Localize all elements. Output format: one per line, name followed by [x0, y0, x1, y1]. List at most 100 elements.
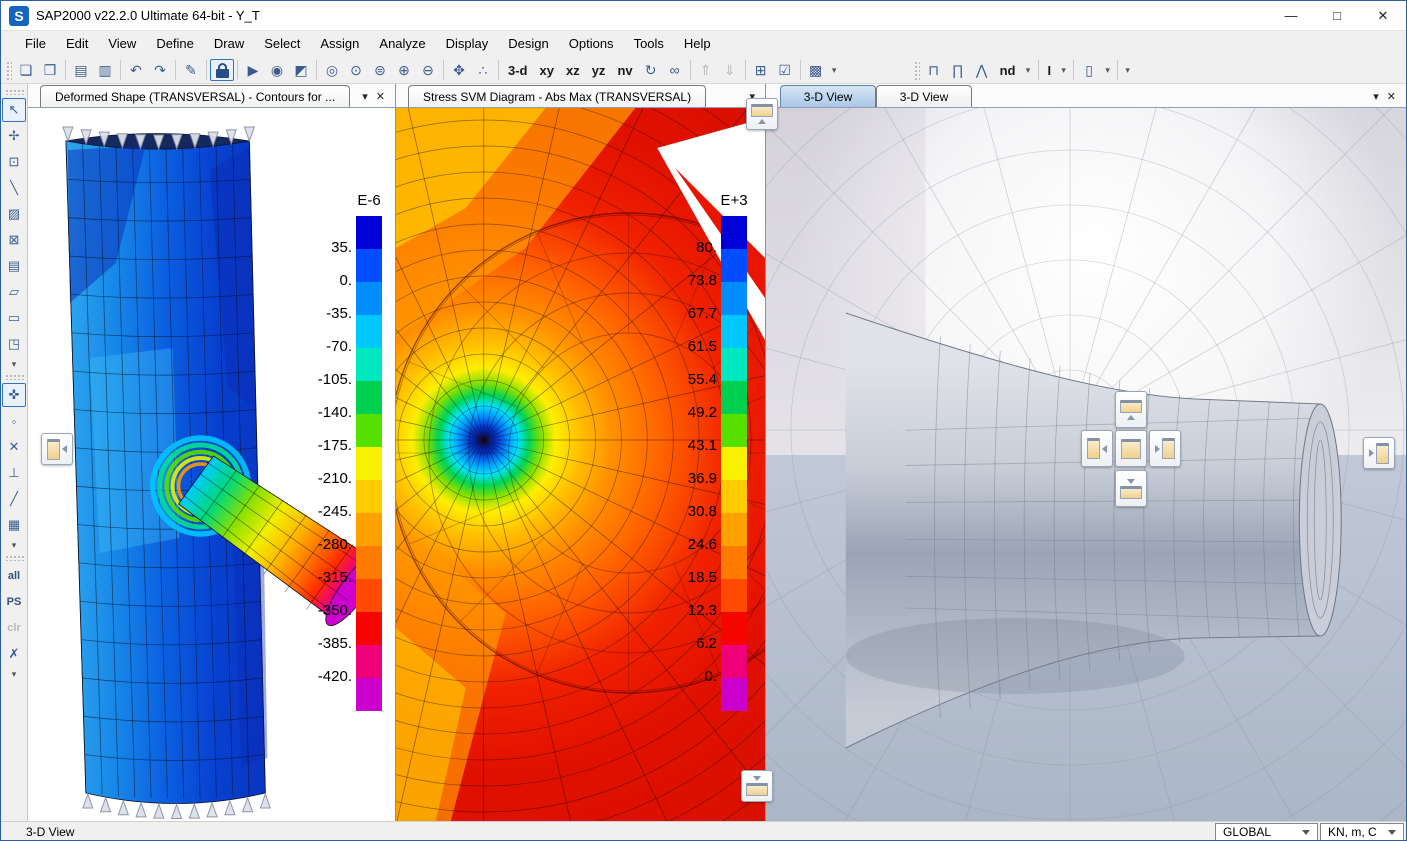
snap-perpendicular-tool[interactable]: ⊥ [2, 461, 26, 485]
i-section-button[interactable]: I [1042, 59, 1058, 81]
menu-draw[interactable]: Draw [204, 31, 254, 57]
toolbar-grip[interactable] [4, 373, 24, 380]
tab-deformed-shape[interactable]: Deformed Shape (TRANSVERSAL) - Contours … [40, 85, 350, 107]
draw-braces-tool[interactable]: ⊠ [2, 228, 26, 252]
zoom-in-button[interactable]: ⊕ [392, 59, 416, 81]
snap-lines-edges-tool[interactable]: ╱ [2, 487, 26, 511]
draw-rect-area-tool[interactable]: ▭ [2, 306, 26, 330]
split-right-button[interactable] [1149, 430, 1181, 467]
i-section-dropdown[interactable]: ▾ [1057, 59, 1070, 81]
tab-3d-view-1[interactable]: 3-D View [780, 85, 876, 107]
undo-button[interactable]: ↶ [124, 59, 148, 81]
splitter-handle-bottom[interactable] [741, 770, 773, 802]
menu-display[interactable]: Display [436, 31, 499, 57]
deformed-shape-canvas[interactable] [28, 108, 395, 821]
select-all-button[interactable]: all [2, 564, 26, 588]
stress-canvas[interactable] [396, 108, 765, 821]
display-options-button[interactable]: ☑ [773, 59, 797, 81]
menu-design[interactable]: Design [498, 31, 558, 57]
deselect-button[interactable]: ✗ [2, 642, 26, 666]
toolbar-grip[interactable] [4, 554, 24, 561]
more-sections-dropdown[interactable]: ▾ [1121, 59, 1134, 81]
quick-truss-button[interactable]: ⋀ [970, 59, 994, 81]
snap-fine-grid-tool[interactable]: ▦ [2, 513, 26, 537]
object-shrink-button[interactable]: ⊞ [749, 59, 773, 81]
window-close-icon[interactable]: ✕ [376, 92, 385, 103]
redo-button[interactable]: ↷ [148, 59, 172, 81]
menu-analyze[interactable]: Analyze [369, 31, 435, 57]
toolbar-grip[interactable] [913, 60, 920, 80]
draw-poly-area-tool[interactable]: ▱ [2, 280, 26, 304]
template-dropdown[interactable]: ▾ [1022, 59, 1035, 81]
menu-assign[interactable]: Assign [310, 31, 369, 57]
view-yz-button[interactable]: yz [586, 59, 612, 81]
previous-selection-button[interactable]: PS [2, 590, 26, 614]
menu-edit[interactable]: Edit [56, 31, 98, 57]
run-selector-button[interactable]: ◩ [289, 59, 313, 81]
select-pointer-tool[interactable]: ↖ [2, 98, 26, 122]
snap-joints-grid-tool[interactable]: ✜ [2, 383, 26, 407]
snap-ends-midpoints-tool[interactable]: ◦ [2, 409, 26, 433]
splitter-handle-right[interactable] [1363, 437, 1395, 469]
draw-quick-frame-tool[interactable]: ▨ [2, 202, 26, 226]
menu-file[interactable]: File [15, 31, 56, 57]
menu-options[interactable]: Options [559, 31, 624, 57]
menu-tools[interactable]: Tools [624, 31, 674, 57]
pan-button[interactable]: ✥ [447, 59, 471, 81]
splitter-handle-left[interactable] [41, 433, 73, 465]
view-3d-button[interactable]: 3-d [502, 59, 534, 81]
more-snap-tools[interactable]: ▾ [2, 539, 26, 551]
named-display-button[interactable]: ▩ [804, 59, 828, 81]
zoom-out-button[interactable]: ⊖ [416, 59, 440, 81]
menu-help[interactable]: Help [674, 31, 721, 57]
more-draw-tools[interactable]: ▾ [2, 358, 26, 370]
stress-viewport[interactable]: E+380.73.867.761.555.449.243.136.930.824… [396, 108, 765, 821]
toolbar-grip[interactable] [5, 60, 12, 80]
reshape-tool[interactable]: ✢ [2, 124, 26, 148]
snap-intersections-tool[interactable]: ✕ [2, 435, 26, 459]
draw-mode-button[interactable]: ✎ [179, 59, 203, 81]
rect-section-button[interactable]: ▯ [1077, 59, 1101, 81]
window-dropdown-icon[interactable]: ▾ [1373, 92, 1379, 103]
perspective-button[interactable]: ∞ [663, 59, 687, 81]
split-left-button[interactable] [1081, 430, 1113, 467]
toolbar-grip[interactable] [4, 88, 24, 95]
rotate-view-button[interactable]: ↻ [639, 59, 663, 81]
close-button[interactable]: ✕ [1360, 1, 1406, 30]
quick-frame-button[interactable]: ⊓ [922, 59, 946, 81]
draw-joint-tool[interactable]: ⊡ [2, 150, 26, 174]
rect-section-dropdown[interactable]: ▾ [1101, 59, 1114, 81]
previous-zoom-button[interactable]: ⊜ [368, 59, 392, 81]
view-nv-button[interactable]: nv [611, 59, 638, 81]
lock-model-button[interactable] [210, 59, 234, 81]
window-close-icon[interactable]: ✕ [1387, 92, 1396, 103]
restore-full-view-button[interactable]: ⊙ [344, 59, 368, 81]
draw-frame-tool[interactable]: ╲ [2, 176, 26, 200]
named-display-dropdown[interactable]: ▾ [828, 59, 841, 81]
view-xz-button[interactable]: xz [560, 59, 586, 81]
tab-stress-svm[interactable]: Stress SVM Diagram - Abs Max (TRANSVERSA… [408, 85, 706, 107]
print-button[interactable]: ▥ [93, 59, 117, 81]
tab-3d-view-2[interactable]: 3-D View [876, 85, 972, 107]
split-up-button[interactable] [1115, 391, 1147, 428]
run-now-button[interactable]: ◉ [265, 59, 289, 81]
window-dropdown-icon[interactable]: ▾ [362, 92, 368, 103]
open-file-button[interactable]: ❐ [38, 59, 62, 81]
joint-label-button[interactable]: ∴ [471, 59, 495, 81]
units-select[interactable]: KN, m, C [1320, 823, 1404, 841]
zoom-window-button[interactable]: ◎ [320, 59, 344, 81]
draw-quick-area-tool[interactable]: ◳ [2, 332, 26, 356]
new-model-button[interactable]: ❏ [14, 59, 38, 81]
coord-system-select[interactable]: GLOBAL [1215, 823, 1318, 841]
minimize-button[interactable]: — [1268, 1, 1314, 30]
splitter-handle-top[interactable] [746, 98, 778, 130]
view-xy-button[interactable]: xy [534, 59, 560, 81]
save-button[interactable]: ▤ [69, 59, 93, 81]
menu-view[interactable]: View [98, 31, 146, 57]
split-down-button[interactable] [1115, 470, 1147, 507]
split-center-button[interactable] [1115, 430, 1147, 467]
quick-portal-frame-button[interactable]: ∏ [946, 59, 970, 81]
menu-define[interactable]: Define [146, 31, 204, 57]
more-select-tools[interactable]: ▾ [2, 668, 26, 680]
draw-secondary-beams-tool[interactable]: ▤ [2, 254, 26, 278]
